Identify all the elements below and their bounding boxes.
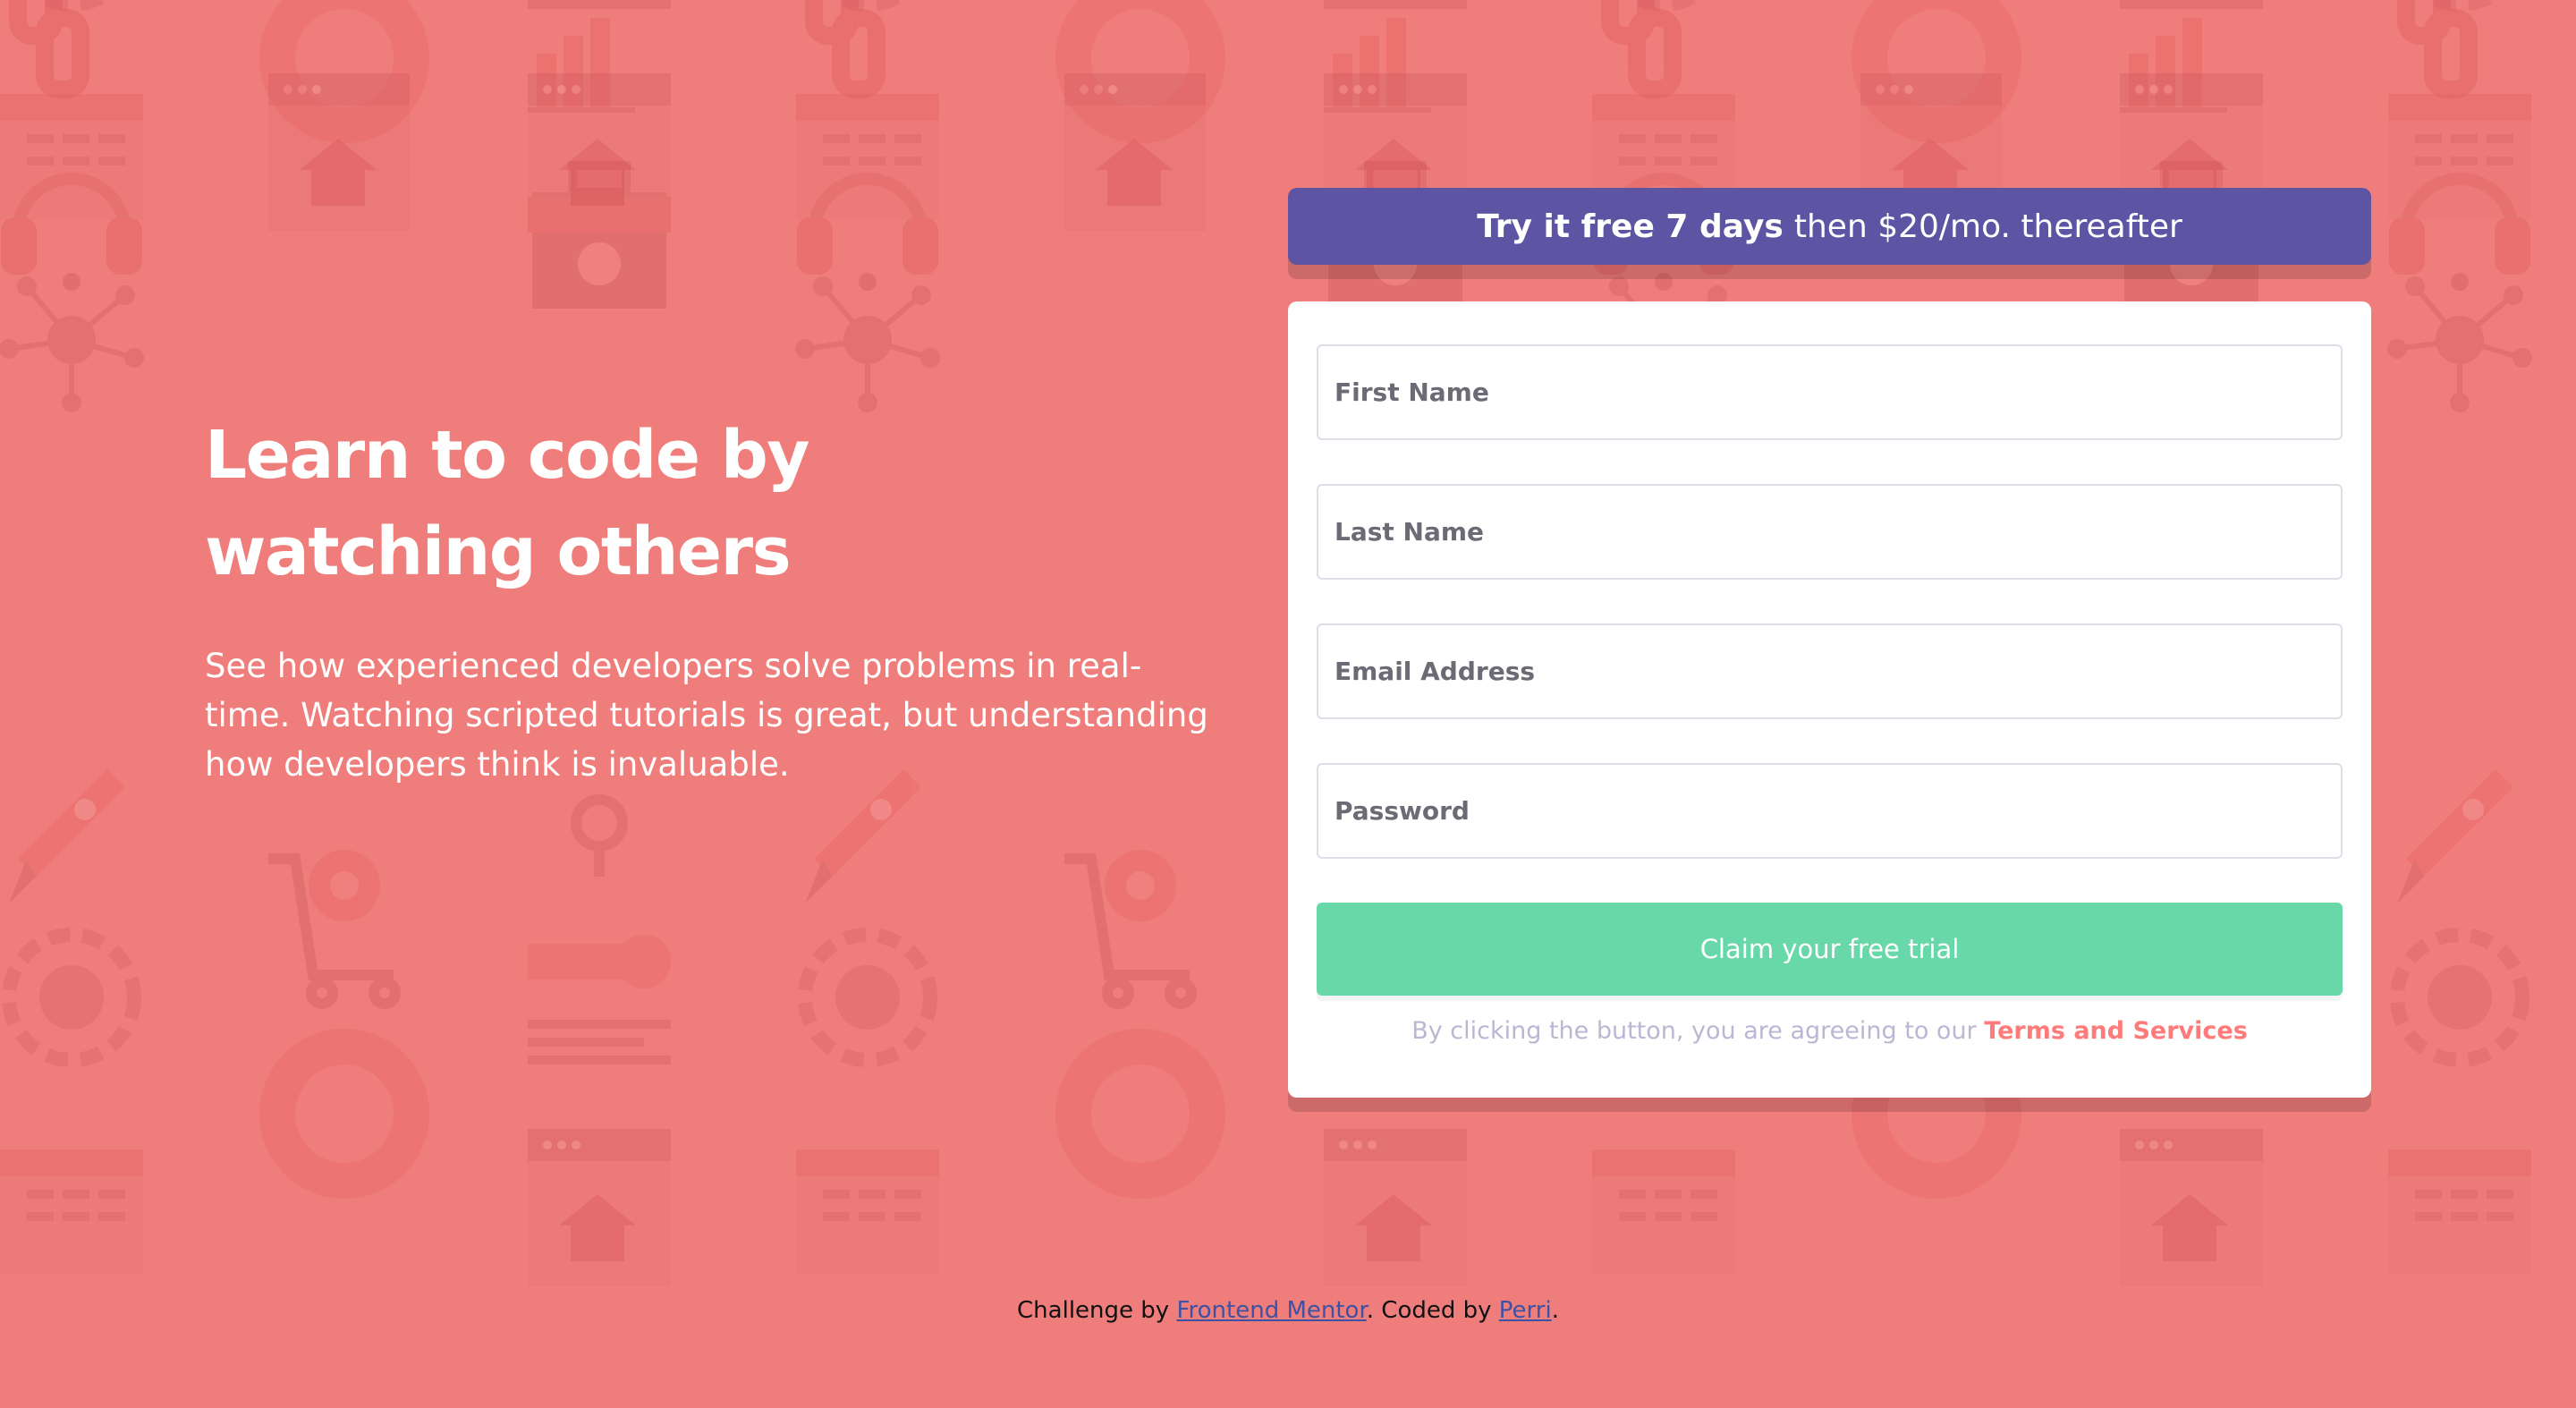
footer-suffix: . — [1551, 1297, 1559, 1324]
terms-notice: By clicking the button, you are agreeing… — [1288, 1017, 2371, 1045]
footer-middle: . Coded by — [1366, 1297, 1492, 1324]
intro-description: See how experienced developers solve pro… — [205, 647, 1208, 784]
promo-banner: Try it free 7 days then $20/mo. thereaft… — [1288, 188, 2371, 265]
footer-prefix: Challenge by — [1017, 1297, 1170, 1324]
page-title: Learn to code by watching others — [205, 417, 810, 590]
claim-trial-button[interactable]: Claim your free trial — [1317, 903, 2343, 996]
last-name-field[interactable] — [1317, 484, 2343, 580]
attribution-footer: Challenge by Frontend Mentor. Coded by P… — [0, 1297, 2576, 1324]
password-field[interactable] — [1317, 763, 2343, 859]
author-link[interactable]: Perri — [1499, 1297, 1552, 1324]
terms-prefix: By clicking the button, you are agreeing… — [1411, 1017, 1977, 1045]
terms-link[interactable]: Terms and Services — [1984, 1017, 2248, 1045]
email-field[interactable] — [1317, 623, 2343, 719]
promo-rest-text: then $20/mo. thereafter — [1793, 208, 2182, 245]
intro-section: Learn to code by watching others See how… — [205, 407, 1216, 789]
first-name-field[interactable] — [1317, 344, 2343, 440]
promo-bold-text: Try it free 7 days — [1477, 208, 1784, 245]
signup-form: Claim your free trial By clicking the bu… — [1288, 301, 2371, 1098]
frontend-mentor-link[interactable]: Frontend Mentor — [1176, 1297, 1366, 1324]
